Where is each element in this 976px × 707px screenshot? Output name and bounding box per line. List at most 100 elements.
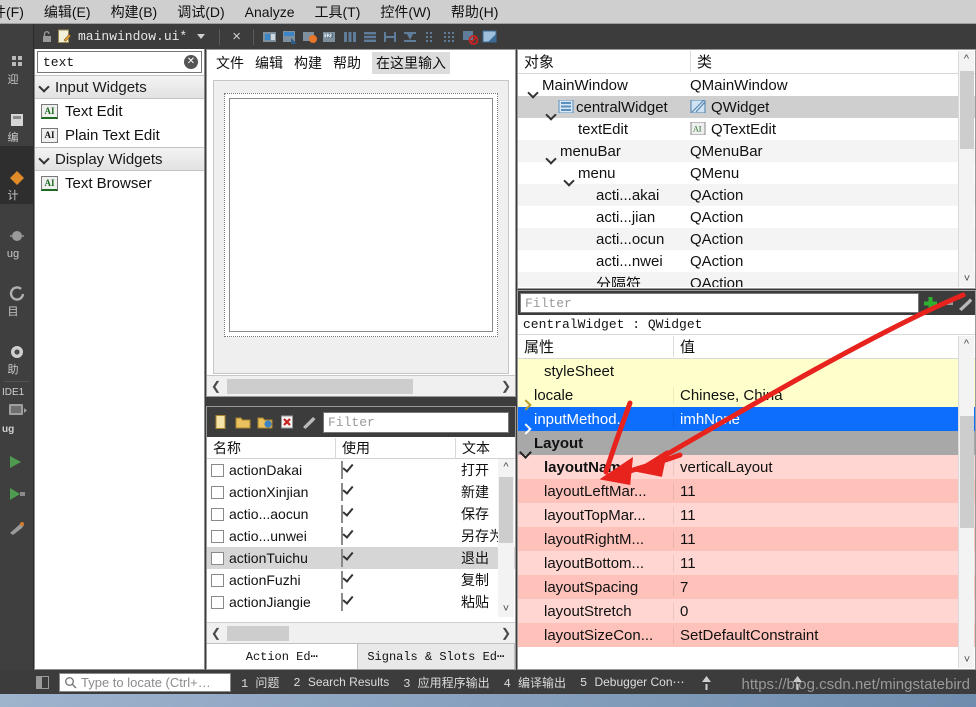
property-value-cell[interactable]: 11 (673, 482, 975, 500)
object-cell[interactable]: menuBar (518, 143, 690, 160)
object-cell[interactable]: menu (518, 165, 690, 182)
tree-row[interactable]: 分隔符 QAction (518, 272, 975, 287)
object-vertical-scrollbar[interactable]: ^ ˅ (958, 51, 974, 287)
no-layout-icon[interactable] (462, 29, 479, 45)
mode-item-3[interactable]: ug (0, 204, 33, 262)
locator-input[interactable]: Type to locate (Ctrl+… (59, 672, 231, 692)
open-file-name[interactable]: mainwindow.ui* (78, 29, 187, 44)
action-name-cell[interactable]: actionTuichu (207, 550, 335, 566)
scroll-thumb[interactable] (499, 477, 513, 543)
action-used-cell[interactable] (335, 483, 455, 501)
settings-wrench-icon[interactable] (301, 414, 317, 430)
action-used-cell[interactable] (335, 527, 455, 545)
debug-start-button[interactable] (0, 451, 33, 473)
chevron-down-icon[interactable] (197, 34, 206, 39)
menu-debug[interactable]: 调试(D) (167, 1, 234, 23)
object-cell[interactable]: acti...nwei (518, 253, 690, 270)
delete-action-icon[interactable] (279, 414, 295, 430)
property-value-cell[interactable]: 0 (673, 602, 975, 620)
layout-horizontal-icon[interactable] (262, 29, 278, 45)
table-row[interactable]: actio...unwei 另存为 (207, 525, 515, 547)
run-button[interactable] (0, 400, 33, 422)
object-cell[interactable]: 分隔符 (518, 273, 690, 288)
form-editor-canvas[interactable]: 文件 编辑 构建 帮助 在这里输入 ❮ ❯ (206, 49, 516, 397)
mode-item-4[interactable]: 目 (0, 262, 33, 320)
action-name-cell[interactable]: actio...aocun (207, 506, 335, 522)
property-vertical-scrollbar[interactable]: ^ ˅ (958, 336, 974, 668)
table-row[interactable]: actionFuzhi 复制 (207, 569, 515, 591)
action-name-cell[interactable]: actionJiangie (207, 594, 335, 610)
property-name-cell[interactable]: Layout (518, 435, 673, 452)
output-pane-button-5[interactable]: 5 Debugger Con⋯ (580, 675, 684, 690)
widget-group-header[interactable]: Display Widgets (35, 147, 204, 171)
scroll-down-icon-pe[interactable]: ˅ (959, 652, 975, 668)
menu-help[interactable]: 帮助(H) (441, 1, 508, 23)
used-checkbox[interactable] (341, 505, 343, 523)
property-value-cell[interactable]: SetDefaultConstraint (673, 626, 975, 644)
property-value-cell[interactable]: 7 (673, 578, 975, 596)
tab-0[interactable]: Action Ed⋯ (207, 644, 358, 669)
row-checkbox[interactable] (211, 507, 224, 521)
form-menu-item[interactable]: 文件 (216, 53, 244, 73)
output-nav-buttons-2[interactable] (792, 675, 803, 690)
row-checkbox[interactable] (211, 551, 224, 565)
tree-row[interactable]: menuBar QMenuBar (518, 140, 975, 162)
table-row[interactable]: actionJiangie 粘贴 (207, 591, 515, 613)
adjust-size-v-icon[interactable] (402, 29, 418, 45)
plus-icon[interactable] (922, 295, 938, 311)
tab-1[interactable]: Signals & Slots Ed⋯ (357, 644, 515, 669)
scroll-thumb-2[interactable] (227, 625, 289, 641)
tree-row[interactable]: menu QMenu (518, 162, 975, 184)
property-value-cell[interactable]: 11 (673, 554, 975, 572)
wrench-build-icon-btn[interactable] (0, 517, 33, 539)
scroll-right-icon[interactable]: ❯ (497, 377, 515, 396)
property-row[interactable]: layoutRightM... 11 (518, 527, 975, 551)
property-row[interactable]: inputMethod. imhNone (518, 407, 975, 431)
widget-item[interactable]: AI Text Edit (35, 99, 204, 123)
property-name-cell[interactable]: layoutName (518, 459, 673, 476)
close-icon[interactable]: × (228, 29, 245, 44)
used-checkbox[interactable] (341, 527, 343, 545)
form-menu-item[interactable]: 编辑 (255, 53, 283, 73)
property-row[interactable]: Layout (518, 431, 975, 455)
widget-group-header[interactable]: Input Widgets (35, 75, 204, 99)
property-value-cell[interactable]: Chinese, China (673, 386, 975, 404)
mode-item-2[interactable]: 计 (0, 146, 33, 204)
action-used-cell[interactable] (335, 593, 455, 611)
property-value-cell[interactable]: 11 (673, 530, 975, 548)
action-name-cell[interactable]: actionFuzhi (207, 572, 335, 588)
menu-build[interactable]: 构建(B) (101, 1, 168, 23)
tree-row[interactable]: centralWidget QWidget (518, 96, 975, 118)
object-cell[interactable]: MainWindow (518, 77, 690, 94)
property-name-cell[interactable]: layoutSizeCon... (518, 627, 673, 644)
tree-row[interactable]: acti...ocun QAction (518, 228, 975, 250)
chevron-up-icon-2[interactable] (792, 675, 803, 683)
table-row[interactable]: actionTuichu 退出 (207, 547, 515, 569)
tree-row[interactable]: acti...jian QAction (518, 206, 975, 228)
grid-small-icon[interactable] (422, 29, 438, 45)
output-pane-button-3[interactable]: 3 应用程序输出 (403, 674, 489, 691)
property-value-cell[interactable]: imhNone (673, 410, 975, 428)
form-menu-item[interactable]: 帮助 (333, 53, 361, 73)
used-checkbox[interactable] (341, 483, 343, 501)
action-name-cell[interactable]: actio...unwei (207, 528, 335, 544)
property-name-cell[interactable]: styleSheet (518, 363, 673, 380)
property-row[interactable]: styleSheet (518, 359, 975, 383)
row-checkbox[interactable] (211, 573, 224, 587)
menu-window[interactable]: 控件(W) (370, 1, 441, 23)
object-cell[interactable]: centralWidget (518, 99, 690, 116)
grid-large-icon[interactable] (442, 29, 458, 45)
menu-tools[interactable]: 工具(T) (304, 1, 370, 23)
used-checkbox[interactable] (341, 461, 343, 479)
form-design-surface[interactable] (213, 80, 509, 374)
form-menu-placeholder[interactable]: 在这里输入 (372, 52, 450, 74)
action-filter-input[interactable]: Filter (323, 411, 509, 433)
mode-item-5[interactable]: 助 (0, 320, 33, 378)
new-action-icon[interactable] (213, 414, 229, 430)
layout-break-icon[interactable]: 123 (322, 29, 338, 45)
used-checkbox[interactable] (341, 593, 343, 611)
property-name-cell[interactable]: layoutRightM... (518, 531, 673, 548)
property-row[interactable]: layoutSizeCon... SetDefaultConstraint (518, 623, 975, 647)
edit-action-icon[interactable] (257, 414, 273, 430)
action-name-cell[interactable]: actionDakai (207, 462, 335, 478)
